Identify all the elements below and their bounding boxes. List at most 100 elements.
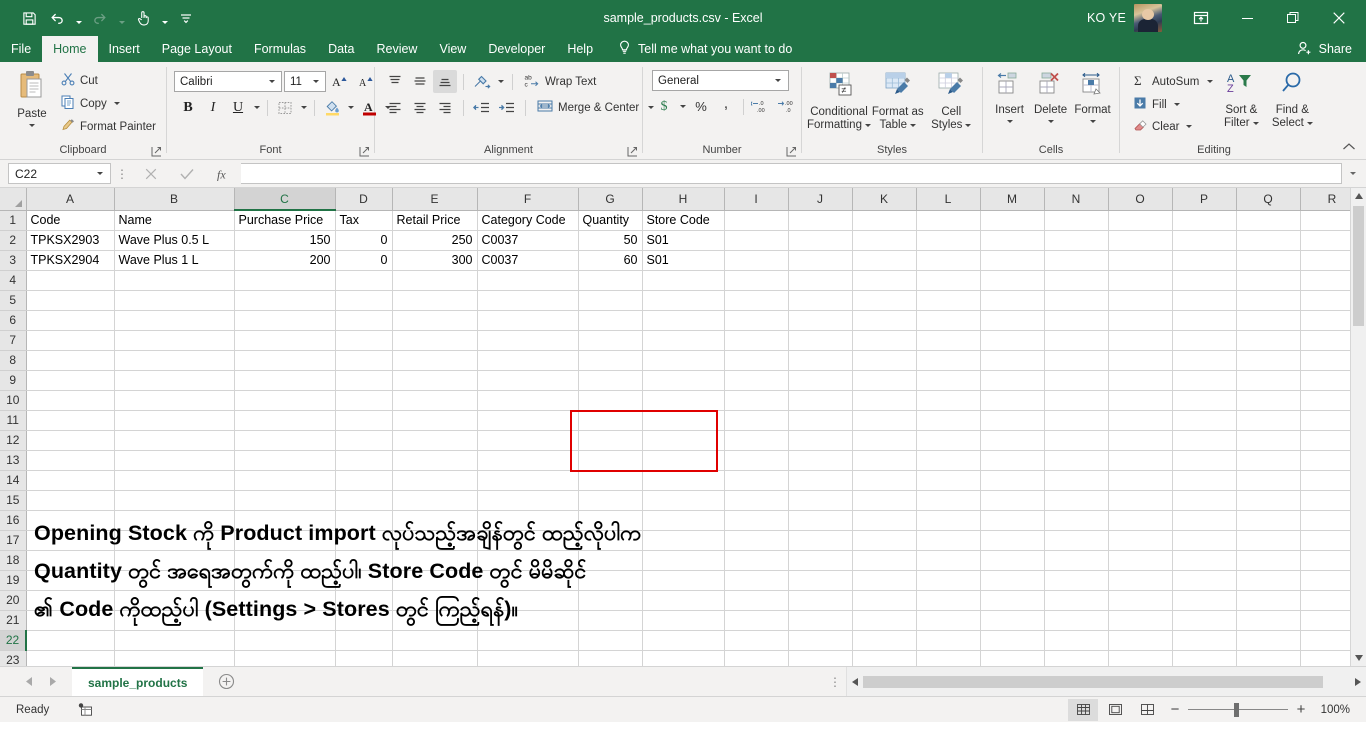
cell-H20[interactable] — [642, 590, 725, 611]
cell-J11[interactable] — [788, 410, 853, 431]
copy-dropdown-icon[interactable] — [112, 92, 123, 115]
cell-A9[interactable] — [26, 370, 115, 391]
cell-E11[interactable] — [392, 410, 478, 431]
cell-P2[interactable] — [1172, 230, 1237, 251]
column-header-O[interactable]: O — [1108, 188, 1173, 211]
cell-K5[interactable] — [852, 290, 917, 311]
cell-K21[interactable] — [852, 610, 917, 631]
cell-F10[interactable] — [477, 390, 579, 411]
cell-E8[interactable] — [392, 350, 478, 371]
cell-P19[interactable] — [1172, 570, 1237, 591]
cell-A5[interactable] — [26, 290, 115, 311]
cell-G9[interactable] — [578, 370, 643, 391]
spreadsheet-grid[interactable]: A B C D E F G H I J K L M N O P Q R 1 Cod… — [0, 188, 1366, 666]
cell-D10[interactable] — [335, 390, 393, 411]
cell-J20[interactable] — [788, 590, 853, 611]
cell-A14[interactable] — [26, 470, 115, 491]
cell-K10[interactable] — [852, 390, 917, 411]
avatar[interactable] — [1134, 4, 1162, 32]
tab-developer[interactable]: Developer — [477, 36, 556, 62]
insert-cells-button[interactable]: Insert — [989, 68, 1030, 123]
row-header-16[interactable]: 16 — [0, 510, 27, 531]
cell-C5[interactable] — [234, 290, 336, 311]
cell-M11[interactable] — [980, 410, 1045, 431]
cell-I9[interactable] — [724, 370, 789, 391]
cell-M7[interactable] — [980, 330, 1045, 351]
cell-D3[interactable]: 0 — [335, 250, 393, 271]
cell-F14[interactable] — [477, 470, 579, 491]
font-dialog-launcher-icon[interactable] — [359, 146, 370, 157]
cell-H22[interactable] — [642, 630, 725, 651]
formula-bar-handle[interactable]: ⋮ — [111, 167, 133, 181]
cell-L5[interactable] — [916, 290, 981, 311]
cell-H23[interactable] — [642, 650, 725, 666]
row-header-9[interactable]: 9 — [0, 370, 27, 391]
cell-J16[interactable] — [788, 510, 853, 531]
number-dialog-launcher-icon[interactable] — [786, 146, 797, 157]
cell-Q11[interactable] — [1236, 410, 1301, 431]
cell-Q14[interactable] — [1236, 470, 1301, 491]
cell-K1[interactable] — [852, 210, 917, 231]
cell-O6[interactable] — [1108, 310, 1173, 331]
cell-P6[interactable] — [1172, 310, 1237, 331]
cell-N2[interactable] — [1044, 230, 1109, 251]
scroll-down-icon[interactable] — [1351, 650, 1366, 666]
cell-C10[interactable] — [234, 390, 336, 411]
zoom-out-button[interactable]: − — [1164, 699, 1186, 721]
comma-style-button[interactable]: , — [714, 95, 738, 118]
accounting-format-button[interactable]: $ — [652, 95, 676, 118]
cell-H21[interactable] — [642, 610, 725, 631]
cell-I16[interactable] — [724, 510, 789, 531]
cell-E17[interactable] — [392, 530, 478, 551]
cell-H17[interactable] — [642, 530, 725, 551]
find-select-dropdown-icon[interactable] — [1306, 122, 1313, 125]
column-header-M[interactable]: M — [980, 188, 1045, 211]
cell-G13[interactable] — [578, 450, 643, 471]
row-header-4[interactable]: 4 — [0, 270, 27, 291]
cell-L17[interactable] — [916, 530, 981, 551]
tab-review[interactable]: Review — [365, 36, 428, 62]
cell-P1[interactable] — [1172, 210, 1237, 231]
cell-F5[interactable] — [477, 290, 579, 311]
cell-N9[interactable] — [1044, 370, 1109, 391]
row-header-5[interactable]: 5 — [0, 290, 27, 311]
cell-H18[interactable] — [642, 550, 725, 571]
cell-Q13[interactable] — [1236, 450, 1301, 471]
cell-K9[interactable] — [852, 370, 917, 391]
underline-dropdown-icon[interactable] — [251, 96, 262, 119]
column-header-H[interactable]: H — [642, 188, 725, 211]
row-header-15[interactable]: 15 — [0, 490, 27, 511]
cell-styles-button[interactable]: Cell Styles — [925, 68, 977, 132]
cell-P18[interactable] — [1172, 550, 1237, 571]
cell-F20[interactable] — [477, 590, 579, 611]
expand-formula-bar-icon[interactable] — [1344, 163, 1362, 185]
row-header-1[interactable]: 1 — [0, 210, 27, 231]
cell-D1[interactable]: Tax — [335, 210, 393, 231]
cell-Q12[interactable] — [1236, 430, 1301, 451]
cell-D12[interactable] — [335, 430, 393, 451]
sheet-resize-handle[interactable]: ⋮ — [824, 667, 846, 696]
cell-C11[interactable] — [234, 410, 336, 431]
bottom-align-button[interactable] — [433, 70, 457, 93]
cell-G2[interactable]: 50 — [578, 230, 643, 251]
formula-input[interactable] — [241, 163, 1342, 184]
column-header-P[interactable]: P — [1172, 188, 1237, 211]
cell-G5[interactable] — [578, 290, 643, 311]
cell-D21[interactable] — [335, 610, 393, 631]
cell-I10[interactable] — [724, 390, 789, 411]
cell-L22[interactable] — [916, 630, 981, 651]
cell-M5[interactable] — [980, 290, 1045, 311]
cell-G6[interactable] — [578, 310, 643, 331]
cell-J23[interactable] — [788, 650, 853, 666]
cell-B21[interactable] — [114, 610, 235, 631]
cell-F4[interactable] — [477, 270, 579, 291]
cell-B14[interactable] — [114, 470, 235, 491]
cell-N21[interactable] — [1044, 610, 1109, 631]
format-cells-button[interactable]: Format — [1071, 68, 1114, 123]
middle-align-button[interactable] — [408, 70, 432, 93]
cell-H5[interactable] — [642, 290, 725, 311]
cell-E22[interactable] — [392, 630, 478, 651]
cell-M18[interactable] — [980, 550, 1045, 571]
cell-L19[interactable] — [916, 570, 981, 591]
cell-L8[interactable] — [916, 350, 981, 371]
